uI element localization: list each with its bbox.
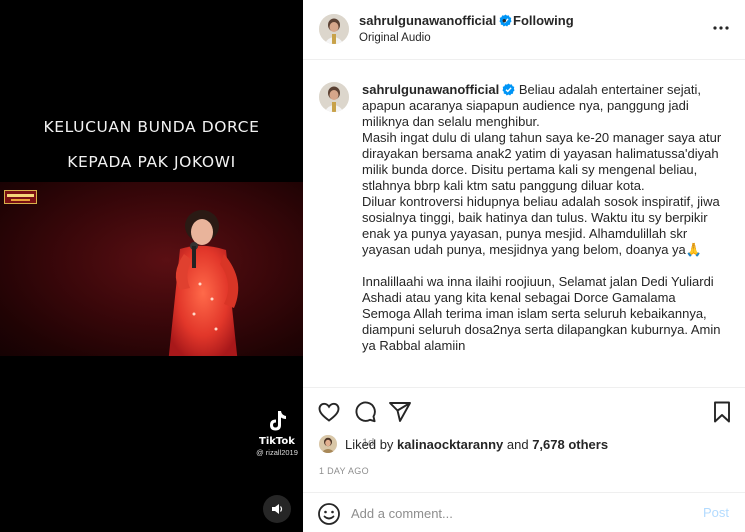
username-text: sahrulgunawanofficial — [359, 13, 497, 28]
mute-toggle-button[interactable] — [263, 495, 291, 523]
caption-body: Beliau adalah entertainer sejati, apapun… — [362, 82, 722, 353]
performer-figure — [168, 210, 239, 356]
comment-icon[interactable] — [353, 400, 377, 424]
video-frame — [0, 182, 303, 356]
likes-middle: and — [503, 437, 533, 452]
heart-icon[interactable] — [317, 400, 341, 424]
caption-avatar[interactable] — [319, 82, 349, 112]
post-header: sahrulgunawanofficial • Following Origin… — [303, 0, 745, 60]
likes-count[interactable]: 7,678 others — [532, 437, 608, 452]
paper-plane-icon[interactable] — [388, 400, 412, 424]
post-date[interactable]: 1 DAY AGO — [319, 466, 369, 476]
liker-avatar[interactable] — [319, 435, 337, 453]
separator-dot: • — [502, 13, 507, 28]
video-overlay-text-line2: KEPADA PAK JOKOWI — [67, 153, 236, 171]
liker-username[interactable]: kalinaocktaranny — [397, 437, 503, 452]
tiktok-label: TikTok — [259, 436, 295, 447]
following-button[interactable]: Following — [513, 13, 574, 28]
comment-input[interactable] — [351, 501, 691, 525]
comment-bar: Post — [303, 492, 745, 532]
likes-text: Liked by kalinaocktaranny and 7,678 othe… — [345, 437, 608, 452]
avatar[interactable] — [319, 14, 349, 44]
smiley-icon[interactable] — [317, 502, 341, 526]
likes-prefix: Liked by — [345, 437, 398, 452]
post-details-panel: sahrulgunawanofficial • Following Origin… — [303, 0, 745, 532]
tiktok-watermark: TikTok @ rizall2019 — [252, 408, 302, 457]
video-player[interactable]: KELUCUAN BUNDA DORCE KEPADA PAK JOKOWI T… — [0, 0, 303, 532]
more-horizontal-icon[interactable] — [711, 18, 731, 38]
caption-text: sahrulgunawanofficial Beliau adalah ente… — [362, 82, 734, 354]
caption-username[interactable]: sahrulgunawanofficial — [362, 82, 499, 97]
bookmark-icon[interactable] — [710, 400, 734, 424]
tiktok-username: @ rizall2019 — [256, 448, 298, 457]
speaker-icon — [272, 504, 283, 514]
tiktok-logo-icon — [270, 411, 286, 431]
channel-logo — [4, 190, 37, 204]
post-comment-button[interactable]: Post — [703, 505, 729, 520]
verified-badge-icon — [502, 83, 515, 96]
username-link[interactable]: sahrulgunawanofficial — [359, 13, 512, 28]
video-overlay-text-line1: KELUCUAN BUNDA DORCE — [43, 118, 260, 136]
original-audio-link[interactable]: Original Audio — [359, 32, 431, 44]
post-actions: Liked by kalinaocktaranny and 7,678 othe… — [303, 387, 745, 532]
